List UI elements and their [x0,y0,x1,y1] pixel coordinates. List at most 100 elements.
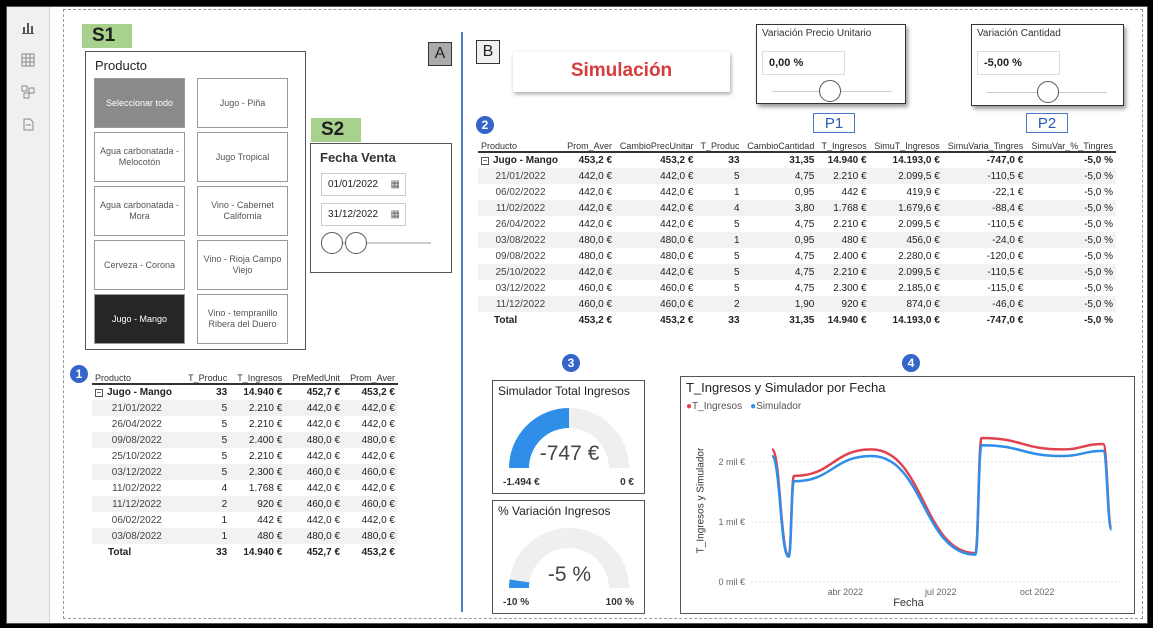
table-cell: 26/04/2022 [495,218,546,230]
calendar-icon[interactable]: ▦ [391,174,400,195]
table-cell: 03/08/2022 [92,528,182,544]
table-cell: 460,0 € [343,464,398,480]
table-cell: 33 [696,151,743,168]
table-cell: 442,0 € [578,186,613,198]
report-canvas: S1 Producto Seleccionar todo Jugo - Piña A… [63,9,1143,619]
table-cell: 03/08/2022 [478,232,563,248]
table-cell: 920 € [230,496,286,512]
table-cell: 1,90 [742,296,818,312]
precio-slider-handle[interactable] [819,80,841,102]
model-icon[interactable] [21,85,35,99]
table-cell: -5,0 % [1026,296,1116,312]
table-cell: 442,0 € [306,514,341,526]
precio-value-input[interactable]: 0,00 % [762,51,845,75]
date-from-input[interactable]: 01/01/2022 ▦ [321,173,406,196]
table-row: 03/12/2022 460,0 € 460,0 € 5 4,75 2.300 € 2.18… [478,280,1116,296]
slicer-item[interactable]: Jugo - Mango [94,294,185,344]
column-header[interactable]: Prom_Aver [343,362,398,384]
table-cell: 14.940 € [243,546,283,558]
column-header[interactable]: T_Ingresos [817,130,869,152]
slicer-item[interactable]: Vino - Rioja Campo Viejo [197,240,288,290]
view-rail [7,7,50,623]
slicer-item[interactable]: Agua carbonatada - Mora [94,186,185,236]
table-row: 09/08/2022 480,0 € 480,0 € 5 4,75 2.400 € 2.28… [478,248,1116,264]
table-cell: 442,0 € [615,200,697,216]
table-cell: 31,35 [789,314,815,326]
table-cell: -110,5 € [942,168,1027,184]
table-cell: 1.768 € [817,200,870,216]
table-cell: 5 [221,450,228,462]
table-row: 11/12/2022 2 920 €460,0 €460,0 € [92,496,398,512]
column-header[interactable]: Producto [92,362,182,384]
slicer-item[interactable]: Seleccionar todo [94,78,185,128]
table-cell: 06/02/2022 [495,186,546,198]
table-cell: 442,0 € [361,514,395,526]
table-cell: 0,95 [742,232,818,248]
slicer-item[interactable]: Vino - tempranillo Ribera del Duero [197,294,288,344]
collapse-icon[interactable]: − [481,157,489,165]
s1-tag: S1 [82,24,132,48]
column-header[interactable]: CambioCantidad [743,130,818,152]
y-tick-label: 1 mil € [718,517,745,527]
dax-query-icon[interactable] [21,117,35,131]
sales-matrix: Producto T_Produc T_Ingresos PreMedUnit Prom… [92,362,402,562]
table-cell: 442,0 € [306,482,341,494]
table-cell: 453,2 € [361,546,395,558]
table-cell: 11/02/2022 [478,200,563,216]
parameter-title: Variación Cantidad [977,28,1061,39]
slicer-item[interactable]: Jugo - Piña [197,78,288,128]
table-cell: 442,0 € [562,168,616,184]
table-cell: 11/12/2022 [92,496,182,512]
group-row: − Jugo - Mango 33 14.940 €452,7 €453,2 € [92,383,398,400]
table-cell: -5,0 % [1026,200,1116,216]
producto-slicer: Producto Seleccionar todo Jugo - Piña Agua… [85,51,306,350]
column-header[interactable]: T_Produc [696,130,742,152]
table-cell: 3,80 [742,200,818,216]
table-cell: 14.193,0 € [869,151,943,168]
cantidad-slider-handle[interactable] [1037,81,1059,103]
column-header[interactable]: SimuVaria_Tingres [943,130,1026,152]
slicer-title: Producto [95,58,148,73]
column-header[interactable]: Prom_Aver [563,130,615,152]
cantidad-value-input[interactable]: -5,00 % [977,51,1060,75]
column-header[interactable]: CambioPrecUnitar [615,130,696,152]
table-row: 25/10/2022 442,0 €442,0 €5 4,75 2.210 €2.09… [478,264,1116,280]
table-cell: 480,0 € [615,232,697,248]
slicer-item[interactable]: Jugo Tropical [197,132,288,182]
gauge-max: 100 % [605,597,634,608]
ingresos-line-chart: T_Ingresos y Simulador por Fecha ●T_Ingr… [680,376,1135,614]
column-header[interactable]: SimuVar_%_Tingres [1026,130,1116,152]
table-cell: 442,0 € [285,400,344,416]
table-cell: 480,0 € [285,528,344,544]
date-range-start-handle[interactable] [321,232,343,254]
slicer-item[interactable]: Agua carbonatada - Melocotón [94,132,185,182]
simulacion-button[interactable]: Simulación [513,52,730,92]
table-cell: 874,0 € [869,296,943,312]
date-range-end-handle[interactable] [345,232,367,254]
table-cell: -747,0 € [942,151,1027,168]
cantidad-parameter: Variación Cantidad -5,00 % [971,24,1124,106]
column-header[interactable]: T_Ingresos [230,362,285,384]
bar-chart-icon[interactable] [21,21,35,35]
table-cell: 5 [181,400,231,416]
table-cell: 2.210 € [817,264,870,280]
column-header[interactable]: SimuT_Ingresos [870,130,943,152]
date-to-input[interactable]: 31/12/2022 ▦ [321,203,406,226]
calendar-icon[interactable]: ▦ [391,204,400,225]
table-cell: -88,4 € [942,200,1027,216]
slicer-item[interactable]: Vino - Cabernet California [197,186,288,236]
column-header[interactable]: Producto [478,130,563,152]
table-cell: 442,0 € [578,218,613,230]
table-cell: -110,5 € [942,264,1027,280]
table-row: 11/12/2022 460,0 €460,0 €2 1,90 920 €874,0 … [478,296,1116,312]
column-header[interactable]: PreMedUnit [285,362,343,384]
slicer-item[interactable]: Cerveza - Corona [94,240,185,290]
table-cell: − Jugo - Mango [92,383,182,400]
column-header[interactable]: T_Produc [182,362,231,384]
table-cell: 33 [216,546,228,558]
table-cell: 5 [221,418,228,430]
table-icon[interactable] [21,53,35,67]
table-cell: 480,0 € [343,528,398,544]
collapse-icon[interactable]: − [95,389,103,397]
table-cell: 442,0 € [306,418,341,430]
